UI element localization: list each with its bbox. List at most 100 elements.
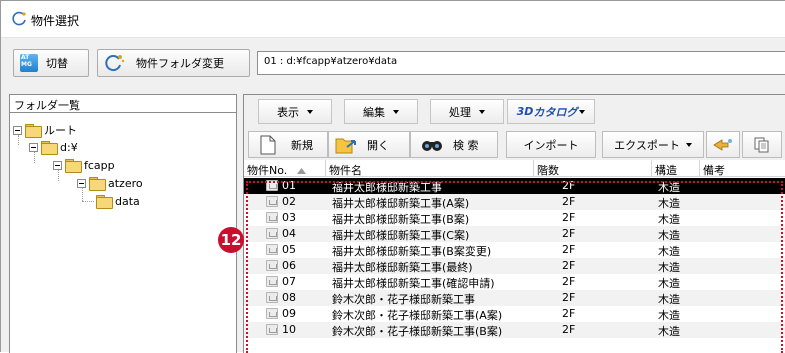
collapse-icon[interactable]	[53, 160, 62, 170]
binoculars-icon	[422, 140, 442, 151]
property-file-icon	[266, 212, 278, 223]
callout-badge: 12	[218, 227, 244, 253]
cell-structure: 木造	[658, 277, 680, 290]
sort-ascending-icon	[296, 168, 306, 174]
catalog-3d-menu[interactable]: 3D カタログ	[507, 99, 595, 124]
table-row[interactable]: 07 福井太郎様邸新築工事(確認申請) 2F 木造	[244, 274, 785, 290]
column-header-label: 物件No.	[247, 164, 288, 177]
import-button[interactable]: インポート	[506, 131, 596, 158]
property-list-panel: 表示 編集 処理 3D カタログ 新規 開く 検 索 インポート エクスポート …	[243, 94, 785, 353]
cell-structure: 木造	[658, 261, 680, 274]
dropdown-caret-icon	[479, 109, 485, 114]
collapse-icon[interactable]	[13, 125, 22, 135]
column-header-no[interactable]: 物件No.	[244, 160, 326, 177]
cell-name: 福井太郎様邸新築工事	[332, 181, 442, 194]
folder-path-field[interactable]: 01 : d:¥fcapp¥atzero¥data	[257, 51, 785, 75]
process-menu[interactable]: 処理	[430, 99, 504, 124]
search-button[interactable]: 検 索	[410, 131, 498, 158]
cell-floors: 2F	[562, 211, 576, 224]
cell-name: 鈴木次郎・花子様邸新築工事	[332, 293, 475, 306]
tree-node-fcapp[interactable]: fcapp	[53, 157, 115, 173]
property-file-icon	[266, 260, 278, 271]
cell-structure: 木造	[658, 181, 680, 194]
property-file-icon	[266, 180, 278, 191]
table-row[interactable]: 02 福井太郎様邸新築工事(A案) 2F 木造	[244, 194, 785, 210]
open-button[interactable]: 開く	[328, 131, 410, 158]
folder-icon	[89, 177, 106, 191]
edit-menu-label: 編集	[363, 105, 385, 119]
export-button[interactable]: エクスポート	[602, 131, 704, 158]
window-title: 物件選択	[31, 14, 80, 28]
new-button[interactable]: 新規	[248, 131, 328, 158]
cell-floors: 2F	[562, 323, 576, 336]
open-button-label: 開く	[367, 138, 389, 152]
cell-no: 04	[282, 227, 296, 240]
property-file-icon	[266, 244, 278, 255]
column-header-notes[interactable]: 備考	[700, 160, 785, 177]
edit-menu[interactable]: 編集	[344, 99, 418, 124]
cell-structure: 木造	[658, 245, 680, 258]
tree-node-label: data	[115, 194, 140, 208]
cell-name: 福井太郎様邸新築工事(A案)	[332, 197, 470, 210]
table-row[interactable]: 05 福井太郎様邸新築工事(B案変更) 2F 木造	[244, 242, 785, 258]
cell-structure: 木造	[658, 213, 680, 226]
change-folder-button[interactable]: 物件フォルダ変更	[97, 49, 250, 77]
collapse-icon[interactable]	[77, 178, 86, 188]
cell-structure: 木造	[658, 309, 680, 322]
table-row[interactable]: 04 福井太郎様邸新築工事(C案) 2F 木造	[244, 226, 785, 242]
new-button-label: 新規	[291, 138, 313, 152]
cell-no: 03	[282, 211, 296, 224]
cell-name: 福井太郎様邸新築工事(最終)	[332, 261, 473, 274]
tree-node-root[interactable]: ルート	[13, 122, 77, 138]
cell-no: 02	[282, 195, 296, 208]
table-row[interactable]: 08 鈴木次郎・花子様邸新築工事 2F 木造	[244, 290, 785, 306]
cell-name: 福井太郎様邸新築工事(B案)	[332, 213, 470, 226]
cell-name: 鈴木次郎・花子様邸新築工事(A案)	[332, 309, 503, 322]
cell-floors: 2F	[562, 275, 576, 288]
tree-node-label: fcapp	[84, 158, 115, 172]
atmg-icon: AT MG	[20, 54, 38, 72]
copy-button[interactable]	[742, 131, 782, 158]
import-button-label: インポート	[523, 138, 579, 152]
dropdown-caret-icon	[393, 109, 399, 114]
property-file-icon	[266, 292, 278, 303]
action-bar: 新規 開く 検 索 インポート エクスポート	[244, 128, 785, 160]
folder-icon	[96, 195, 113, 209]
column-header-structure[interactable]: 構造	[652, 160, 700, 177]
cell-no: 01	[282, 179, 296, 192]
transfer-button[interactable]	[706, 131, 740, 158]
table-row[interactable]: 06 福井太郎様邸新築工事(最終) 2F 木造	[244, 258, 785, 274]
tree-node-drive[interactable]: d:¥	[29, 139, 78, 155]
folder-change-icon	[105, 55, 125, 72]
column-header-name[interactable]: 物件名	[326, 160, 534, 177]
collapse-icon[interactable]	[29, 142, 38, 152]
table-row[interactable]: 10 鈴木次郎・花子様邸新築工事(B案) 2F 木造	[244, 322, 785, 338]
cell-name: 福井太郎様邸新築工事(確認申請)	[332, 277, 495, 290]
table-row[interactable]: 01 福井太郎様邸新築工事 2F 木造	[244, 178, 785, 194]
cell-no: 08	[282, 291, 296, 304]
folder-tree-panel: フォルダ一覧 ルート d:¥ fcapp atzero data	[9, 94, 237, 353]
cell-no: 10	[282, 323, 296, 336]
cell-floors: 2F	[562, 307, 576, 320]
column-header-floors[interactable]: 階数	[534, 160, 652, 177]
cell-structure: 木造	[658, 325, 680, 338]
title-bar: 物件選択	[1, 1, 785, 38]
table-row[interactable]: 09 鈴木次郎・花子様邸新築工事(A案) 2F 木造	[244, 306, 785, 322]
cell-name: 福井太郎様邸新築工事(B案変更)	[332, 245, 492, 258]
cell-no: 09	[282, 307, 296, 320]
new-document-icon	[260, 135, 276, 154]
cell-name: 福井太郎様邸新築工事(C案)	[332, 229, 470, 242]
app-icon	[12, 11, 26, 26]
process-menu-label: 処理	[449, 105, 471, 119]
display-menu[interactable]: 表示	[258, 99, 332, 124]
table-row[interactable]: 03 福井太郎様邸新築工事(B案) 2F 木造	[244, 210, 785, 226]
dropdown-caret-icon	[579, 109, 586, 114]
export-button-label: エクスポート	[614, 138, 680, 152]
cell-structure: 木造	[658, 197, 680, 210]
tree-node-data[interactable]: data	[96, 193, 140, 209]
cell-structure: 木造	[658, 293, 680, 306]
property-file-icon	[266, 228, 278, 239]
tree-node-atzero[interactable]: atzero	[77, 175, 143, 191]
table-header: 物件No. 物件名 階数 構造 備考	[244, 160, 785, 177]
switch-button[interactable]: AT MG 切替	[13, 49, 89, 77]
